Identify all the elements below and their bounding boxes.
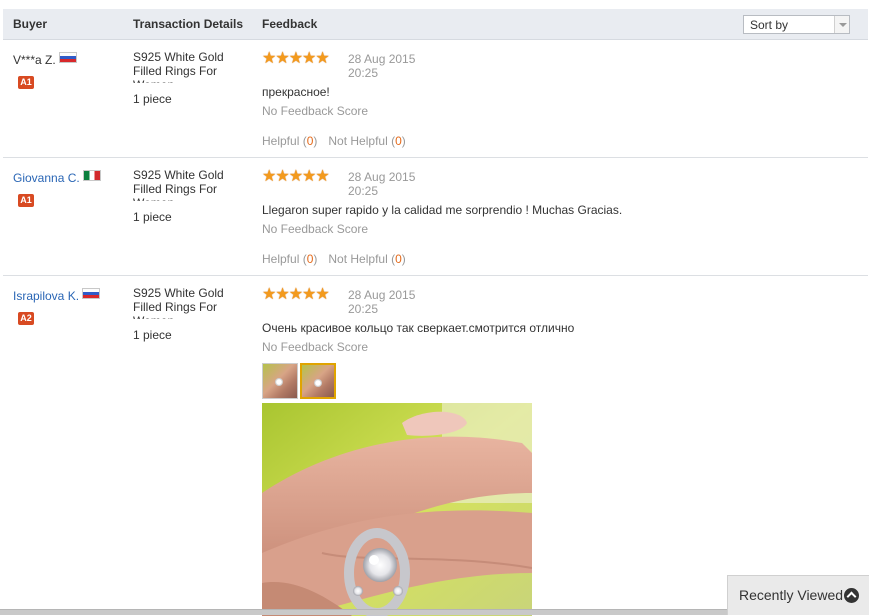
product-title-link[interactable]: S925 White Gold Filled Rings For Women bbox=[133, 168, 243, 201]
feedback-row: Giovanna C. A1 S925 White Gold Filled Ri… bbox=[3, 158, 868, 276]
buyer-name-link[interactable]: Israpilova K. bbox=[13, 288, 101, 303]
star-rating: ★★★★★ bbox=[262, 168, 330, 185]
feedback-comment: Llegaron super rapido y la calidad me so… bbox=[262, 203, 623, 217]
quantity: 1 piece bbox=[133, 92, 172, 106]
chevron-up-circle-icon bbox=[844, 588, 859, 603]
feedback-score: No Feedback Score bbox=[262, 222, 369, 236]
photo-thumbnail-selected[interactable] bbox=[300, 363, 336, 399]
helpful-button[interactable]: Helpful (0) bbox=[262, 252, 317, 266]
photo-thumbnail[interactable] bbox=[262, 363, 298, 399]
star-rating: ★★★★★ bbox=[262, 286, 330, 303]
review-photo[interactable] bbox=[262, 403, 532, 616]
buyer-column-header: Buyer bbox=[13, 17, 48, 31]
sort-by-select[interactable]: Sort by bbox=[743, 15, 850, 34]
quantity: 1 piece bbox=[133, 328, 172, 342]
mexico-flag-icon bbox=[82, 170, 101, 181]
photo-thumbnails bbox=[262, 363, 338, 402]
feedback-row: Israpilova K. A2 S925 White Gold Filled … bbox=[3, 276, 868, 616]
feedback-table-header: Buyer Transaction Details Feedback Sort … bbox=[3, 9, 868, 40]
feedback-column-header: Feedback bbox=[262, 17, 318, 31]
buyer-level-badge: A1 bbox=[18, 194, 34, 207]
feedback-row: V***a Z. A1 S925 White Gold Filled Rings… bbox=[3, 40, 868, 158]
feedback-date: 28 Aug 2015 20:25 bbox=[348, 288, 416, 316]
ring-on-hand-photo bbox=[262, 403, 532, 616]
helpful-button[interactable]: Helpful (0) bbox=[262, 134, 317, 148]
feedback-comment: Очень красивое кольцо так сверкает.смотр… bbox=[262, 321, 575, 335]
buyer-level-badge: A2 bbox=[18, 312, 34, 325]
transaction-details: S925 White Gold Filled Rings For Women 1… bbox=[133, 50, 243, 106]
product-title-link[interactable]: S925 White Gold Filled Rings For Women bbox=[133, 50, 243, 83]
transaction-details: S925 White Gold Filled Rings For Women 1… bbox=[133, 286, 243, 342]
recently-viewed-button[interactable]: Recently Viewed bbox=[727, 575, 869, 615]
quantity: 1 piece bbox=[133, 210, 172, 224]
product-title-link[interactable]: S925 White Gold Filled Rings For Women bbox=[133, 286, 243, 319]
buyer-name: V***a Z. bbox=[13, 52, 77, 67]
russia-flag-icon bbox=[58, 52, 77, 63]
feedback-comment: прекрасное! bbox=[262, 85, 330, 99]
helpful-votes: Helpful (0) Not Helpful (0) bbox=[262, 252, 417, 266]
feedback-date: 28 Aug 2015 20:25 bbox=[348, 52, 416, 80]
feedback-date: 28 Aug 2015 20:25 bbox=[348, 170, 416, 198]
star-rating: ★★★★★ bbox=[262, 50, 330, 67]
helpful-votes: Helpful (0) Not Helpful (0) bbox=[262, 134, 417, 148]
transaction-column-header: Transaction Details bbox=[133, 17, 244, 31]
russia-flag-icon bbox=[82, 288, 101, 299]
horizontal-scrollbar[interactable] bbox=[0, 609, 727, 615]
feedback-score: No Feedback Score bbox=[262, 340, 369, 354]
not-helpful-button[interactable]: Not Helpful (0) bbox=[328, 134, 405, 148]
buyer-level-badge: A1 bbox=[18, 76, 34, 89]
buyer-name-link[interactable]: Giovanna C. bbox=[13, 170, 101, 185]
feedback-score: No Feedback Score bbox=[262, 104, 369, 118]
not-helpful-button[interactable]: Not Helpful (0) bbox=[328, 252, 405, 266]
chevron-down-icon[interactable] bbox=[834, 16, 849, 33]
recently-viewed-label: Recently Viewed bbox=[739, 587, 844, 603]
transaction-details: S925 White Gold Filled Rings For Women 1… bbox=[133, 168, 243, 224]
sort-by-label: Sort by bbox=[750, 18, 789, 32]
